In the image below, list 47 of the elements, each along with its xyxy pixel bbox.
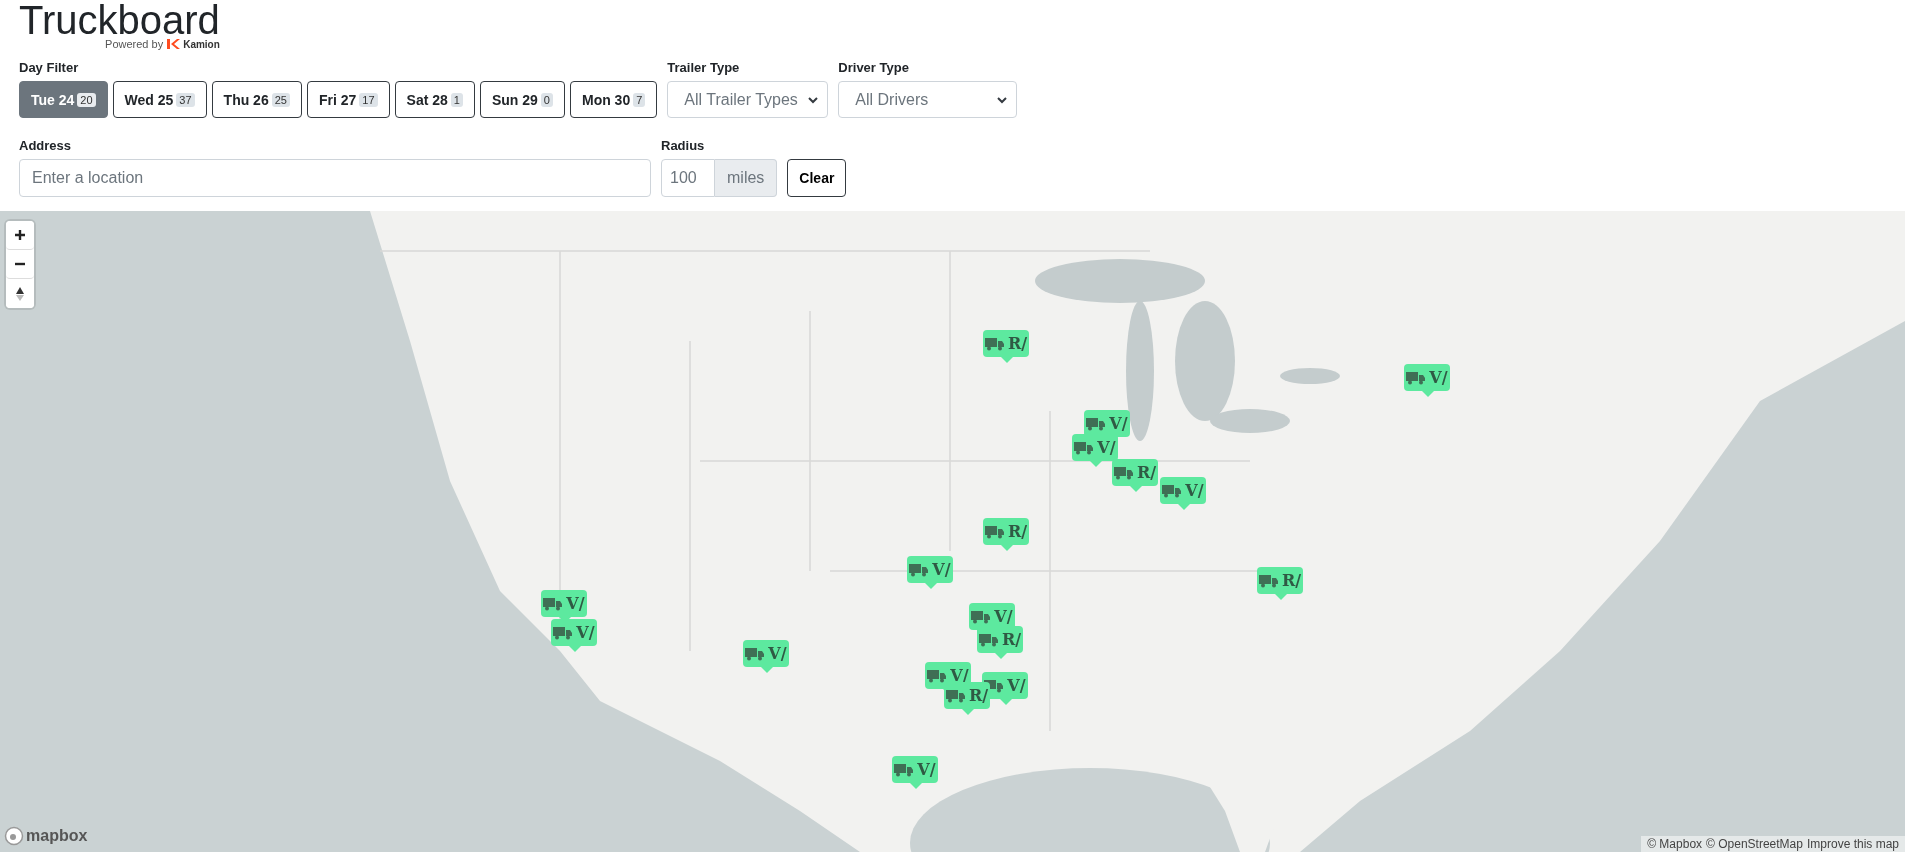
- attribution-link[interactable]: © OpenStreetMap: [1706, 837, 1803, 851]
- truck-icon: [1406, 370, 1427, 385]
- unit-label: miles: [715, 159, 778, 197]
- powered-by-text: Powered by: [105, 38, 164, 50]
- truck-icon: [1086, 416, 1107, 431]
- truck-icon: [984, 524, 1005, 539]
- truck-icon: [978, 632, 999, 647]
- attribution-link[interactable]: Improve this map: [1806, 837, 1899, 851]
- clear-button[interactable]: Clear: [787, 159, 847, 197]
- day-tab[interactable]: Thu 26 25: [211, 81, 302, 118]
- driver-type-dropdown[interactable]: All Drivers: [838, 81, 1018, 118]
- day-tab[interactable]: Wed 25 37: [112, 81, 207, 118]
- truck-icon: [894, 762, 915, 777]
- radius-input-field[interactable]: 100: [661, 159, 715, 197]
- day-tab[interactable]: Mon 30 7: [569, 81, 658, 118]
- brand-name: Kamion: [183, 38, 220, 50]
- field-label: Driver Type: [838, 60, 910, 75]
- truck-icon: [1074, 440, 1095, 455]
- day-tab[interactable]: Tue 24 20: [19, 81, 108, 118]
- mapbox-logo-icon: [4, 826, 24, 846]
- attribution-link[interactable]: © Mapbox: [1647, 837, 1703, 851]
- truck-icon: [1113, 465, 1134, 480]
- truck-icon: [945, 688, 966, 703]
- truck-icon: [543, 596, 564, 611]
- app-title: Truckboard: [19, 0, 220, 40]
- brand-logo-icon: [166, 38, 181, 50]
- plus-icon: [14, 229, 26, 241]
- zoom-in-button[interactable]: [6, 221, 34, 250]
- trailer-type-dropdown[interactable]: All Trailer Types: [667, 81, 829, 118]
- field-label: Trailer Type: [667, 60, 741, 75]
- day-tab[interactable]: Sat 28 1: [394, 81, 475, 118]
- truck-icon: [553, 625, 574, 640]
- day-tab[interactable]: Sun 29 0: [479, 81, 565, 118]
- truck-icon: [909, 562, 930, 577]
- day-tab[interactable]: Fri 27 17: [306, 81, 390, 118]
- field-label: Radius: [661, 138, 706, 153]
- address-input-field[interactable]: Enter a location: [19, 159, 651, 197]
- mapbox-logo-text: mapbox: [26, 827, 88, 845]
- truck-icon: [984, 336, 1005, 351]
- truck-icon: [1162, 483, 1183, 498]
- compass-icon: [15, 285, 25, 302]
- field-label: Day Filter: [19, 60, 80, 75]
- truck-icon: [927, 668, 948, 683]
- truck-icon: [745, 646, 766, 661]
- truck-icon: [1258, 573, 1279, 588]
- truck-icon: [971, 609, 992, 624]
- field-label: Address: [19, 138, 73, 153]
